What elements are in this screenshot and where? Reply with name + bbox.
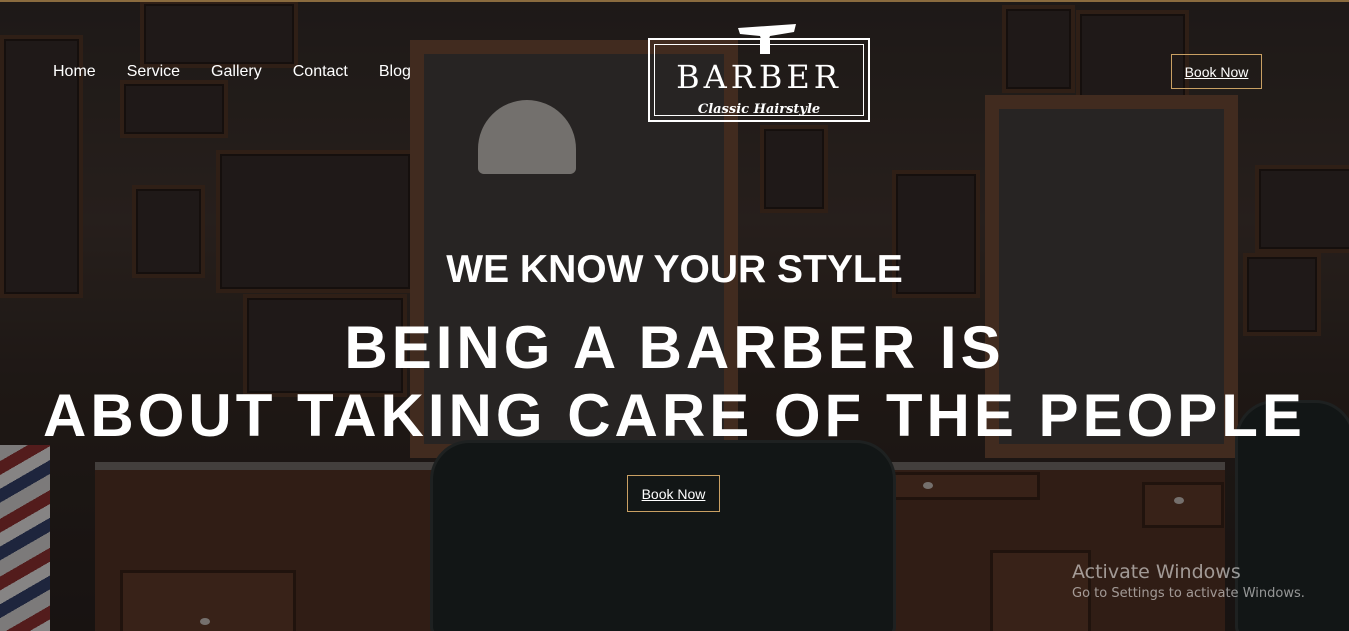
nav-blog[interactable]: Blog	[379, 63, 411, 81]
nav-gallery[interactable]: Gallery	[211, 63, 262, 81]
hero-headline-line2: ABOUT TAKING CARE OF THE PEOPLE	[43, 382, 1306, 449]
logo-subtitle: Classic Hairstyle	[697, 102, 821, 117]
site-logo[interactable]: BARBER Classic Hairstyle	[648, 20, 870, 124]
main-nav: Home Service Gallery Contact Blog	[53, 63, 411, 81]
nav-home[interactable]: Home	[53, 63, 96, 81]
nav-contact[interactable]: Contact	[293, 63, 348, 81]
activate-windows-title: Activate Windows	[1072, 561, 1241, 583]
hero-tagline: WE KNOW YOUR STYLE	[446, 248, 903, 291]
logo-title: BARBER	[676, 58, 842, 96]
nav-service[interactable]: Service	[127, 63, 180, 81]
activate-windows-subtitle: Go to Settings to activate Windows.	[1072, 586, 1305, 601]
book-now-button-hero[interactable]: Book Now	[627, 475, 720, 512]
hero-headline: BEING A BARBER IS ABOUT TAKING CARE OF T…	[0, 314, 1349, 450]
hero-headline-line1: BEING A BARBER IS	[344, 314, 1005, 381]
top-accent-line	[0, 0, 1349, 2]
book-now-button-header[interactable]: Book Now	[1171, 54, 1262, 89]
